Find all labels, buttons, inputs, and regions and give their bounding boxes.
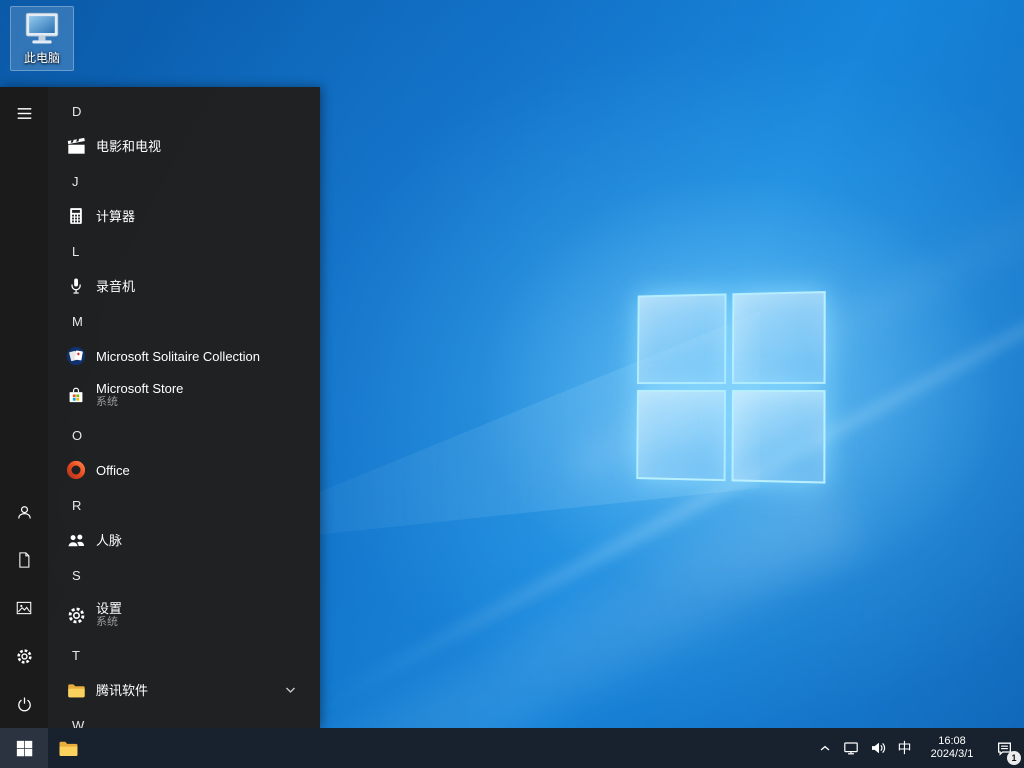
letter-label: R bbox=[72, 498, 81, 513]
app-label: Microsoft Store bbox=[96, 381, 183, 396]
letter-header-t[interactable]: T bbox=[48, 637, 320, 673]
windows-logo-pane bbox=[732, 291, 826, 384]
letter-label: J bbox=[72, 174, 79, 189]
account-button[interactable] bbox=[0, 488, 48, 536]
letter-header-o[interactable]: O bbox=[48, 417, 320, 453]
microphone-icon bbox=[64, 274, 88, 298]
letter-label: S bbox=[72, 568, 81, 583]
clock-time: 16:08 bbox=[938, 735, 966, 749]
solitaire-icon bbox=[64, 344, 88, 368]
start-menu-app-list: D 电影和电视 J 计算器 L 录音机 M Microsoft Solitair… bbox=[48, 87, 320, 728]
letter-header-w[interactable]: W bbox=[48, 707, 320, 728]
letter-header-l[interactable]: L bbox=[48, 233, 320, 269]
hamburger-icon bbox=[16, 105, 33, 122]
app-item-settings[interactable]: 设置 系统 bbox=[48, 593, 320, 637]
letter-label: L bbox=[72, 244, 79, 259]
office-icon bbox=[64, 458, 88, 482]
gear-icon bbox=[64, 603, 88, 627]
network-button[interactable] bbox=[837, 728, 864, 768]
folder-icon bbox=[64, 678, 88, 702]
volume-button[interactable] bbox=[864, 728, 891, 768]
clock-date: 2024/3/1 bbox=[931, 748, 974, 762]
app-item-microsoft-store[interactable]: Microsoft Store 系统 bbox=[48, 373, 320, 417]
documents-button[interactable] bbox=[0, 536, 48, 584]
app-sublabel: 系统 bbox=[96, 616, 122, 629]
app-label: 电影和电视 bbox=[96, 139, 161, 154]
start-menu: D 电影和电视 J 计算器 L 录音机 M Microsoft Solitair… bbox=[0, 87, 320, 728]
notification-badge: 1 bbox=[1007, 751, 1021, 765]
clock[interactable]: 16:08 2024/3/1 bbox=[918, 728, 986, 768]
app-label: Microsoft Solitaire Collection bbox=[96, 349, 260, 364]
app-item-people[interactable]: 人脉 bbox=[48, 523, 320, 557]
user-icon bbox=[15, 503, 34, 522]
start-button[interactable] bbox=[0, 728, 48, 768]
network-icon bbox=[843, 740, 859, 756]
app-label: 计算器 bbox=[96, 209, 135, 224]
app-item-office[interactable]: Office bbox=[48, 453, 320, 487]
letter-label: O bbox=[72, 428, 82, 443]
app-label: Office bbox=[96, 463, 130, 478]
speaker-icon bbox=[870, 740, 886, 756]
taskbar: 中 16:08 2024/3/1 1 bbox=[0, 728, 1024, 768]
app-label: 录音机 bbox=[96, 279, 135, 294]
app-item-voice-recorder[interactable]: 录音机 bbox=[48, 269, 320, 303]
file-explorer-button[interactable] bbox=[48, 728, 88, 768]
picture-icon bbox=[15, 599, 33, 617]
gear-icon bbox=[15, 647, 34, 666]
settings-button[interactable] bbox=[0, 632, 48, 680]
computer-monitor-icon bbox=[21, 11, 63, 47]
letter-label: M bbox=[72, 314, 83, 329]
expand-menu-button[interactable] bbox=[0, 89, 48, 137]
letter-header-j[interactable]: J bbox=[48, 163, 320, 199]
power-icon bbox=[15, 695, 34, 714]
letter-header-m[interactable]: M bbox=[48, 303, 320, 339]
ime-label: 中 bbox=[898, 738, 912, 758]
pictures-button[interactable] bbox=[0, 584, 48, 632]
action-center-button[interactable]: 1 bbox=[986, 728, 1022, 768]
windows-logo-pane bbox=[636, 390, 726, 481]
start-menu-rail bbox=[0, 87, 48, 728]
windows-wallpaper-logo bbox=[636, 291, 825, 484]
letter-label: T bbox=[72, 648, 80, 663]
app-item-tencent-folder[interactable]: 腾讯软件 bbox=[48, 673, 320, 707]
app-label: 腾讯软件 bbox=[96, 683, 148, 698]
app-item-movies-tv[interactable]: 电影和电视 bbox=[48, 129, 320, 163]
system-tray: 中 16:08 2024/3/1 1 bbox=[813, 728, 1024, 768]
people-icon bbox=[64, 528, 88, 552]
document-icon bbox=[15, 551, 33, 569]
calculator-icon bbox=[64, 204, 88, 228]
tray-overflow-button[interactable] bbox=[813, 728, 837, 768]
letter-label: W bbox=[72, 718, 84, 729]
letter-header-d[interactable]: D bbox=[48, 93, 320, 129]
letter-header-s[interactable]: S bbox=[48, 557, 320, 593]
desktop-icon-label: 此电脑 bbox=[24, 49, 60, 66]
windows-logo-pane bbox=[637, 293, 727, 384]
letter-label: D bbox=[72, 104, 81, 119]
microsoft-store-icon bbox=[64, 383, 88, 407]
power-button[interactable] bbox=[0, 680, 48, 728]
app-label: 设置 bbox=[96, 601, 122, 616]
windows-start-icon bbox=[16, 740, 33, 757]
chevron-up-icon bbox=[819, 744, 831, 752]
app-sublabel: 系统 bbox=[96, 396, 183, 409]
movies-tv-icon bbox=[64, 134, 88, 158]
app-item-calculator[interactable]: 计算器 bbox=[48, 199, 320, 233]
app-label: 人脉 bbox=[96, 533, 122, 548]
windows-logo-pane bbox=[731, 390, 825, 484]
file-explorer-icon bbox=[56, 736, 80, 760]
app-item-solitaire[interactable]: Microsoft Solitaire Collection bbox=[48, 339, 320, 373]
ime-indicator[interactable]: 中 bbox=[891, 728, 918, 768]
letter-header-r[interactable]: R bbox=[48, 487, 320, 523]
desktop-icon-this-pc[interactable]: 此电脑 bbox=[10, 6, 74, 71]
chevron-down-icon[interactable] bbox=[285, 686, 296, 694]
